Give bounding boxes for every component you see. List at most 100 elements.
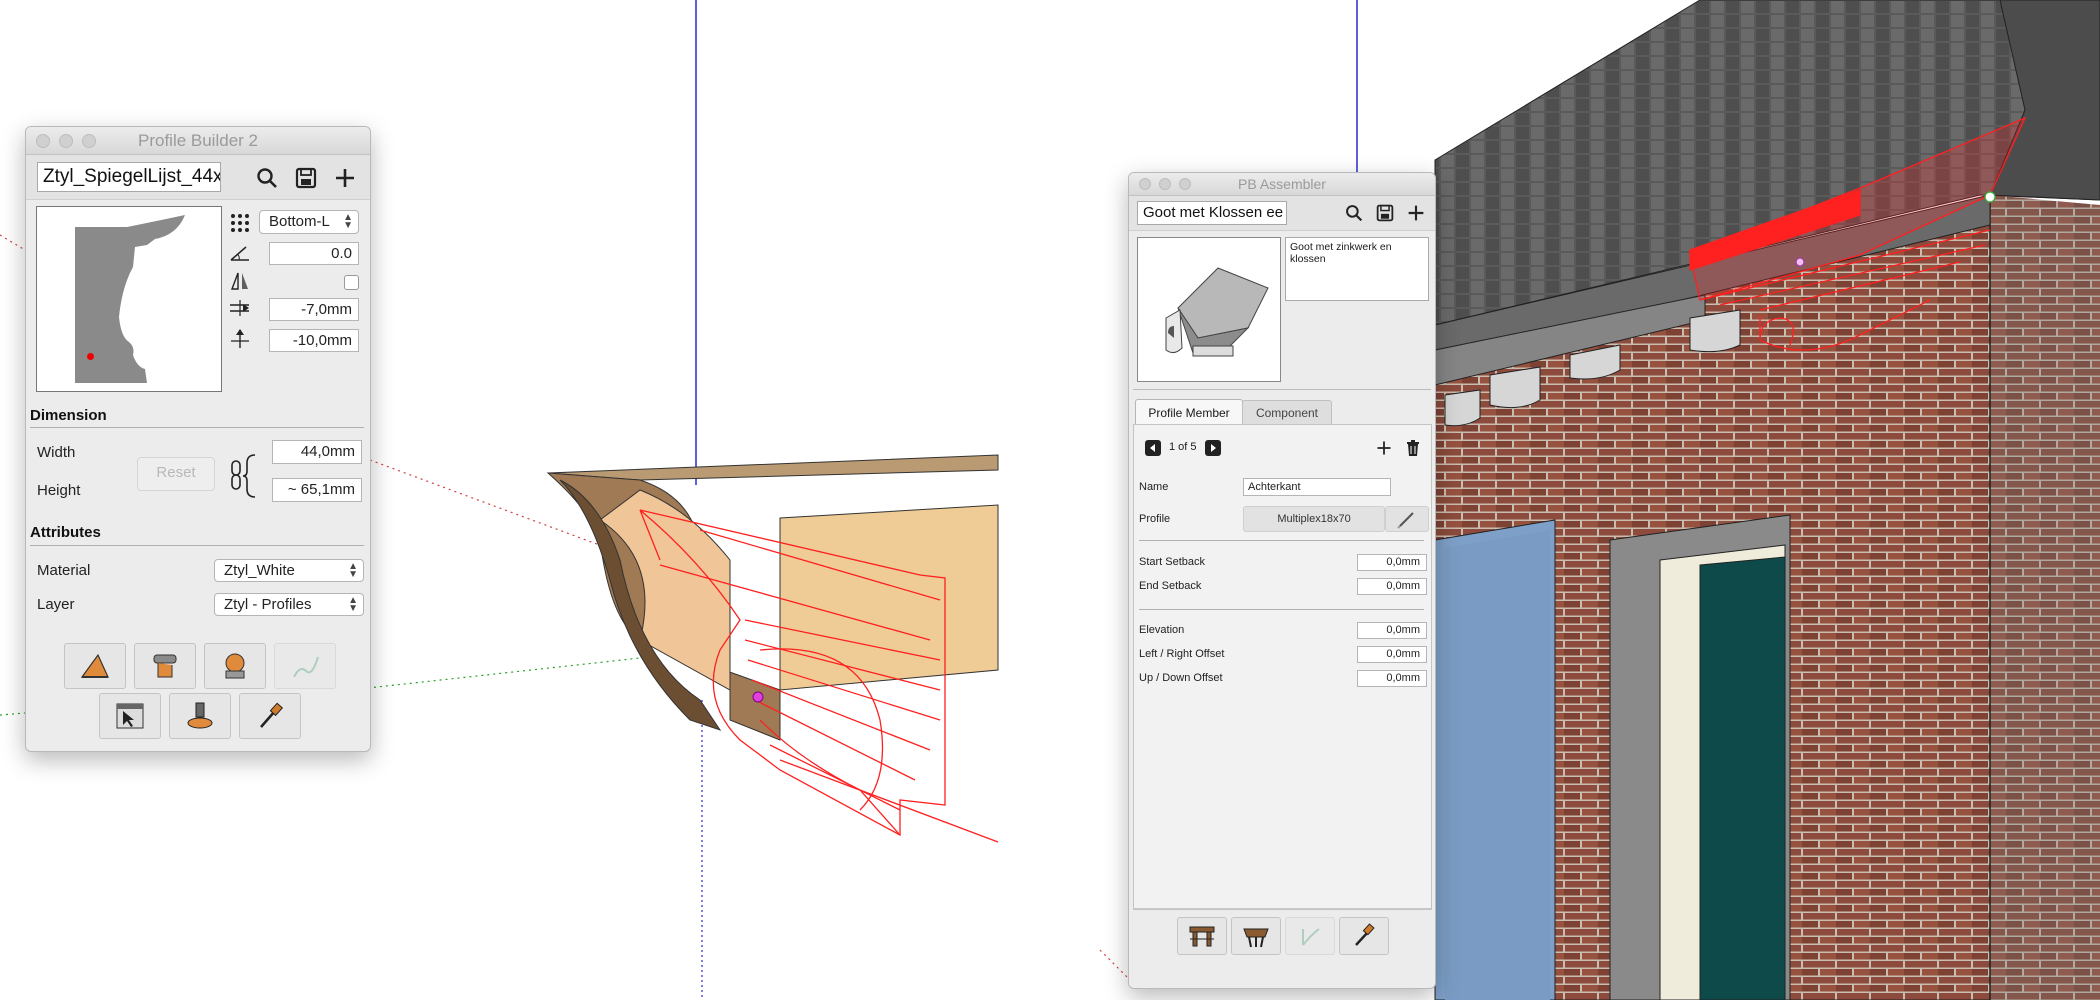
assembly-preview-image	[1165, 267, 1269, 357]
ud-offset-label: Up / Down Offset	[1139, 672, 1223, 684]
width-label: Width	[37, 444, 76, 461]
edit-assembly-button[interactable]	[1285, 917, 1335, 955]
profile-builder-titlebar[interactable]: Profile Builder 2	[26, 127, 370, 155]
height-label: Height	[37, 482, 81, 499]
offset-y-field[interactable]: -10,0mm	[269, 329, 359, 352]
tab-profile-member[interactable]: Profile Member	[1135, 399, 1243, 426]
material-label: Material	[37, 562, 91, 579]
profile-label: Profile	[1139, 513, 1171, 525]
window-controls[interactable]	[1139, 178, 1191, 190]
profile-builder-title: Profile Builder 2	[137, 131, 258, 150]
rotation-field[interactable]: 0.0	[269, 242, 359, 265]
assembly-preview	[1137, 237, 1281, 382]
chevron-right-icon	[1211, 444, 1216, 452]
add-icon[interactable]	[333, 166, 357, 190]
chevron-updown-icon: ▲ ▼	[348, 594, 358, 614]
edit-path-icon	[293, 656, 319, 678]
end-setback-field[interactable]: 0,0mm	[1357, 578, 1427, 595]
minimize-icon[interactable]	[59, 134, 73, 148]
edit-profile-button[interactable]	[274, 643, 336, 689]
add-icon[interactable]	[1406, 203, 1426, 223]
tab-content	[1133, 424, 1432, 910]
save-icon[interactable]	[294, 166, 318, 190]
lr-offset-field[interactable]: 0,0mm	[1357, 646, 1427, 663]
tab-component[interactable]: Component	[1242, 400, 1332, 425]
assemble-component-button[interactable]	[1231, 917, 1281, 955]
save-icon[interactable]	[1375, 203, 1395, 223]
profile-select-button[interactable]: Multiplex18x70	[1243, 506, 1385, 532]
anchor-point[interactable]	[87, 353, 94, 360]
previous-member-button[interactable]	[1145, 440, 1161, 456]
search-icon[interactable]	[255, 166, 279, 190]
section-divider-1	[1139, 540, 1424, 541]
edit-assembly-icon	[1302, 928, 1320, 946]
rotate-angle-icon	[229, 242, 251, 264]
layer-value: Ztyl - Profiles	[224, 596, 312, 613]
paint-tool-button[interactable]	[169, 693, 231, 739]
profile-builder-panel: Profile Builder 2 Ztyl_SpiegelLijst_44x …	[25, 126, 371, 752]
path-tool-button[interactable]	[64, 643, 126, 689]
chevron-updown-icon: ▲ ▼	[348, 560, 358, 580]
eyedropper-button[interactable]	[239, 693, 301, 739]
assemble-path-button[interactable]	[1177, 917, 1227, 955]
eyedropper-icon	[1355, 923, 1375, 946]
material-value: Ztyl_White	[224, 562, 295, 579]
profile-name-field[interactable]: Ztyl_SpiegelLijst_44x	[37, 162, 221, 192]
zoom-icon[interactable]	[1179, 178, 1191, 190]
search-icon[interactable]	[1344, 203, 1364, 223]
tab-component-label: Component	[1255, 406, 1319, 420]
pb-assembler-panel: PB Assembler Goot met Klossen ee Goot me…	[1128, 172, 1436, 989]
pencil-icon	[1397, 512, 1414, 529]
zoom-icon[interactable]	[82, 134, 96, 148]
pb-assembler-toolbar: Goot met Klossen ee	[1129, 196, 1435, 231]
name-field[interactable]: Achterkant	[1243, 478, 1391, 496]
anchor-value: Bottom-L	[269, 213, 330, 230]
offset-y-icon	[229, 328, 251, 350]
assemble-component-icon	[1243, 928, 1269, 948]
attributes-heading: Attributes	[30, 524, 101, 541]
profile-tool-button[interactable]	[204, 643, 266, 689]
start-setback-label: Start Setback	[1139, 556, 1206, 568]
material-select[interactable]: Ztyl_White ▲ ▼	[214, 559, 364, 582]
pb-assembler-titlebar[interactable]: PB Assembler	[1129, 173, 1435, 196]
layer-label: Layer	[37, 596, 75, 613]
mirror-checkbox[interactable]	[344, 275, 359, 290]
preview-divider	[1133, 389, 1431, 390]
close-icon[interactable]	[36, 134, 50, 148]
minimize-icon[interactable]	[1159, 178, 1171, 190]
follow-me-tool-button[interactable]	[134, 643, 196, 689]
reset-button[interactable]: Reset	[137, 457, 215, 491]
assembly-name-field[interactable]: Goot met Klossen ee	[1137, 201, 1287, 225]
edit-profile-button[interactable]	[1385, 506, 1429, 532]
window-controls[interactable]	[36, 134, 96, 148]
width-field[interactable]: 44,0mm	[272, 440, 362, 464]
member-pager: 1 of 5	[1169, 441, 1197, 453]
add-member-icon[interactable]	[1375, 439, 1393, 457]
pb-assembler-title: PB Assembler	[1238, 176, 1326, 192]
height-field[interactable]: ~ 65,1mm	[272, 478, 362, 502]
attributes-divider	[30, 545, 364, 546]
section-divider-2	[1139, 609, 1424, 610]
elevation-field[interactable]: 0,0mm	[1357, 622, 1427, 639]
path-tool-icon	[80, 653, 109, 678]
chain-link-icon[interactable]	[226, 452, 262, 500]
profile-builder-toolbar: Ztyl_SpiegelLijst_44x	[26, 155, 370, 200]
follow-me-icon	[153, 654, 177, 678]
trash-icon[interactable]	[1404, 439, 1422, 457]
assemble-path-icon	[1189, 926, 1215, 947]
profile-preview	[36, 206, 222, 392]
dimension-heading: Dimension	[30, 407, 107, 424]
next-member-button[interactable]	[1205, 440, 1221, 456]
start-setback-field[interactable]: 0,0mm	[1357, 554, 1427, 571]
offset-x-field[interactable]: -7,0mm	[269, 298, 359, 321]
eyedropper-button[interactable]	[1339, 917, 1389, 955]
stamp-icon	[187, 702, 213, 729]
layer-select[interactable]: Ztyl - Profiles ▲ ▼	[214, 593, 364, 616]
ud-offset-field[interactable]: 0,0mm	[1357, 670, 1427, 687]
close-icon[interactable]	[1139, 178, 1151, 190]
select-profile-button[interactable]	[99, 693, 161, 739]
tab-profile-member-label: Profile Member	[1148, 406, 1230, 420]
anchor-select[interactable]: Bottom-L ▲ ▼	[259, 210, 359, 234]
description-field[interactable]: Goot met zinkwerk en klossen	[1285, 237, 1429, 301]
chevron-left-icon	[1150, 444, 1155, 452]
